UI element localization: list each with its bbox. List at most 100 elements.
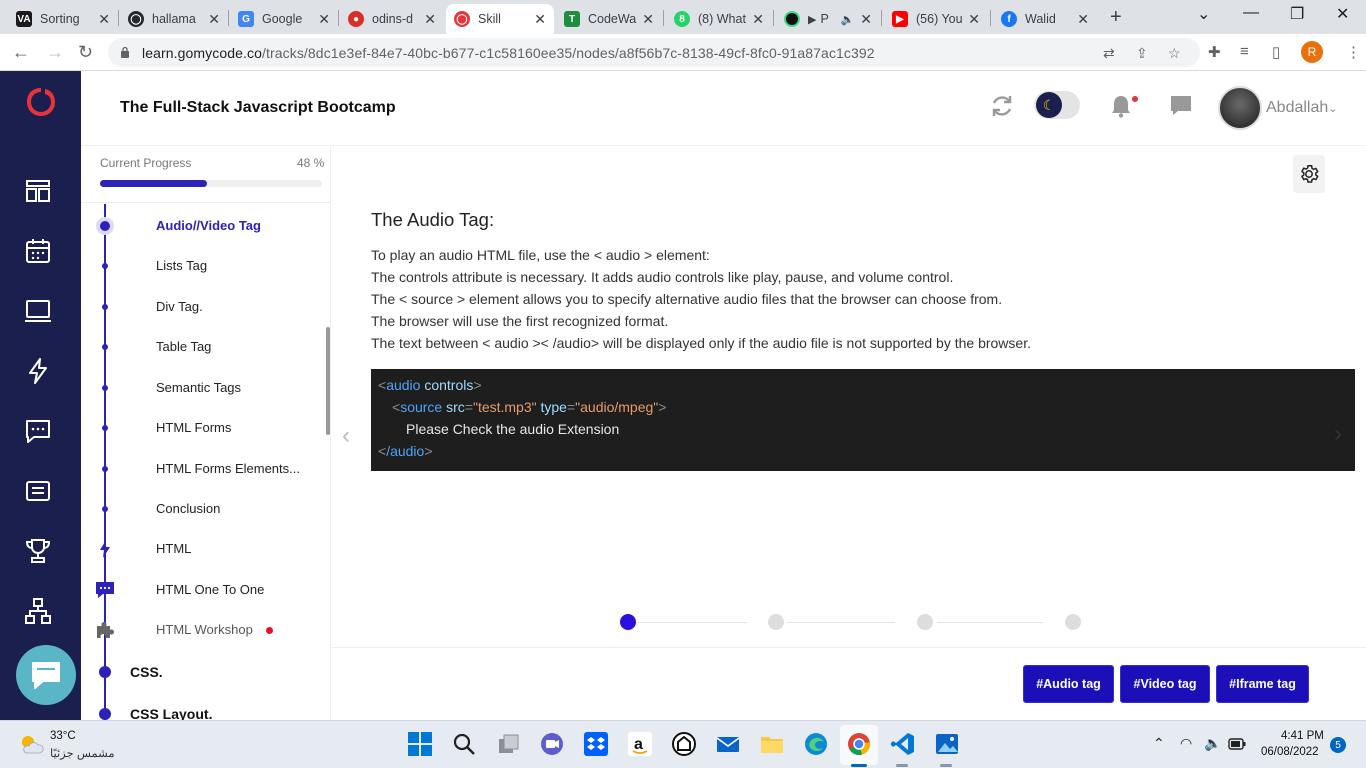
close-icon[interactable]: ✕	[752, 11, 764, 28]
side-panel-icon[interactable]: ▯	[1272, 43, 1280, 61]
next-slide-button[interactable]: ›	[1334, 420, 1342, 448]
clock-date[interactable]: 06/08/2022	[1261, 746, 1319, 758]
lesson-item-semantic-tags[interactable]: Semantic Tags	[81, 377, 330, 399]
extensions-icon[interactable]: ✚	[1208, 43, 1221, 61]
bookmark-star-icon[interactable]: ☆	[1168, 45, 1181, 62]
avatar[interactable]	[1218, 86, 1262, 130]
lesson-item-html-workshop[interactable]: HTML Workshop	[81, 619, 330, 641]
windows-start-icon[interactable]	[407, 731, 433, 757]
address-bar[interactable]: learn.gomycode.co/tracks/8dc1e3ef-84e7-4…	[108, 38, 1200, 67]
track-icon[interactable]	[24, 177, 52, 205]
lesson-item-html[interactable]: HTML	[81, 538, 330, 560]
browser-tab[interactable]: f Walid ✕	[993, 4, 1097, 34]
notification-count-badge[interactable]: 5	[1330, 737, 1346, 753]
profile-avatar[interactable]: R	[1301, 41, 1323, 63]
tab-search-icon[interactable]: ⌄	[1197, 4, 1210, 24]
task-view-icon[interactable]	[495, 731, 521, 757]
user-menu[interactable]: Abdallah⌄	[1266, 99, 1338, 117]
lesson-item-table-tag[interactable]: Table Tag	[81, 336, 330, 358]
previous-slide-button[interactable]: ‹	[342, 422, 350, 450]
settings-button[interactable]	[1293, 155, 1325, 193]
step-dot[interactable]	[620, 614, 636, 630]
close-icon[interactable]: ✕	[642, 11, 654, 28]
share-icon[interactable]: ⇪	[1136, 45, 1148, 62]
media-icon[interactable]: ≡	[1240, 43, 1249, 60]
chat-icon[interactable]	[24, 417, 52, 445]
mail-icon[interactable]	[715, 731, 741, 757]
back-icon[interactable]: ←	[12, 42, 30, 63]
edge-icon[interactable]	[803, 731, 829, 757]
speaker-icon[interactable]: 🔈	[840, 13, 854, 26]
close-icon[interactable]: ✕	[860, 11, 872, 28]
lesson-item-conclusion[interactable]: Conclusion	[81, 498, 330, 520]
browser-tab[interactable]: ▶ (56) You ✕	[884, 4, 988, 34]
close-window-icon[interactable]: ✕	[1336, 4, 1349, 24]
close-icon[interactable]: ✕	[208, 11, 220, 28]
tag-button-video[interactable]: #Video tag	[1120, 665, 1210, 703]
close-icon[interactable]: ✕	[318, 11, 330, 28]
lessons-scrollbar[interactable]	[326, 327, 330, 435]
section-item-css-layout[interactable]: CSS Layout.	[81, 702, 330, 720]
amazon-icon[interactable]: a	[627, 731, 653, 757]
notification-bell-icon[interactable]	[1108, 93, 1134, 119]
search-icon[interactable]	[451, 731, 477, 757]
close-icon[interactable]: ✕	[98, 11, 110, 28]
dark-mode-toggle[interactable]: ☾	[1034, 91, 1080, 119]
menu-icon[interactable]: ⋮	[1346, 43, 1361, 61]
wifi-icon[interactable]: ◠	[1180, 735, 1192, 752]
close-icon[interactable]: ✕	[1077, 11, 1089, 28]
new-tab-icon[interactable]: +	[1110, 6, 1122, 29]
lesson-item-div-tag[interactable]: Div Tag.	[81, 296, 330, 318]
forward-icon[interactable]: →	[46, 42, 64, 63]
step-dot[interactable]	[1065, 614, 1081, 630]
lesson-item-audio-video-tag[interactable]: Audio//Video Tag	[81, 215, 330, 237]
browser-tab[interactable]: ● odins-d ✕	[340, 4, 444, 34]
lesson-item-html-forms-elements[interactable]: HTML Forms Elements...	[81, 458, 330, 480]
section-item-css[interactable]: CSS.	[81, 660, 330, 684]
tag-button-audio[interactable]: #Audio tag	[1023, 665, 1114, 703]
dropbox-icon[interactable]	[583, 731, 609, 757]
lesson-label: Audio//Video Tag	[156, 218, 261, 233]
browser-tab[interactable]: 8 (8) What ✕	[666, 4, 772, 34]
browser-tab[interactable]: VA Sorting ✕	[8, 4, 118, 34]
minimize-icon[interactable]: —	[1243, 4, 1259, 22]
laptop-icon[interactable]	[24, 297, 52, 325]
close-icon[interactable]: ✕	[534, 11, 546, 28]
lightning-icon[interactable]	[24, 357, 52, 385]
chrome-icon[interactable]	[846, 731, 872, 757]
browser-tab[interactable]: ◯ hallama ✕	[120, 4, 228, 34]
translate-icon[interactable]: ⇄	[1103, 45, 1115, 62]
browser-tab[interactable]: G Google ✕	[230, 4, 338, 34]
sitemap-icon[interactable]	[24, 597, 52, 625]
weather-partly-sunny-icon[interactable]	[18, 733, 44, 755]
privacy-app-icon[interactable]	[671, 731, 697, 757]
chevron-up-icon[interactable]: ⌃	[1153, 735, 1165, 752]
browser-tab[interactable]: T CodeWa ✕	[556, 4, 662, 34]
lesson-item-lists-tag[interactable]: Lists Tag	[81, 255, 330, 277]
vscode-icon[interactable]	[890, 731, 916, 757]
gomycode-logo-icon[interactable]	[24, 85, 58, 119]
lesson-item-html-forms[interactable]: HTML Forms	[81, 417, 330, 439]
calendar-icon[interactable]	[24, 237, 52, 265]
browser-tab[interactable]: ▶ P 🔈 ✕	[776, 4, 880, 34]
step-dot[interactable]	[768, 614, 784, 630]
messages-icon[interactable]	[1169, 94, 1193, 118]
document-icon[interactable]	[24, 477, 52, 505]
lesson-item-html-one-to-one[interactable]: HTML One To One	[81, 579, 330, 601]
reload-icon[interactable]: ↻	[78, 42, 93, 63]
close-icon[interactable]: ✕	[424, 11, 436, 28]
photos-icon[interactable]	[934, 731, 960, 757]
step-dot[interactable]	[917, 614, 933, 630]
trophy-icon[interactable]	[24, 537, 52, 565]
close-icon[interactable]: ✕	[968, 11, 980, 28]
tag-button-iframe[interactable]: #Iframe tag	[1216, 665, 1309, 703]
browser-tab-active[interactable]: ◯ Skill ✕	[446, 4, 554, 34]
restore-icon[interactable]: ❐	[1290, 4, 1304, 24]
refresh-icon[interactable]	[989, 93, 1015, 119]
battery-icon[interactable]	[1228, 738, 1246, 750]
file-explorer-icon[interactable]	[759, 731, 785, 757]
support-chat-button[interactable]	[16, 645, 76, 705]
volume-icon[interactable]: 🔈	[1204, 735, 1221, 752]
clock-time[interactable]: 4:41 PM	[1281, 730, 1324, 742]
teams-chat-icon[interactable]	[539, 731, 565, 757]
